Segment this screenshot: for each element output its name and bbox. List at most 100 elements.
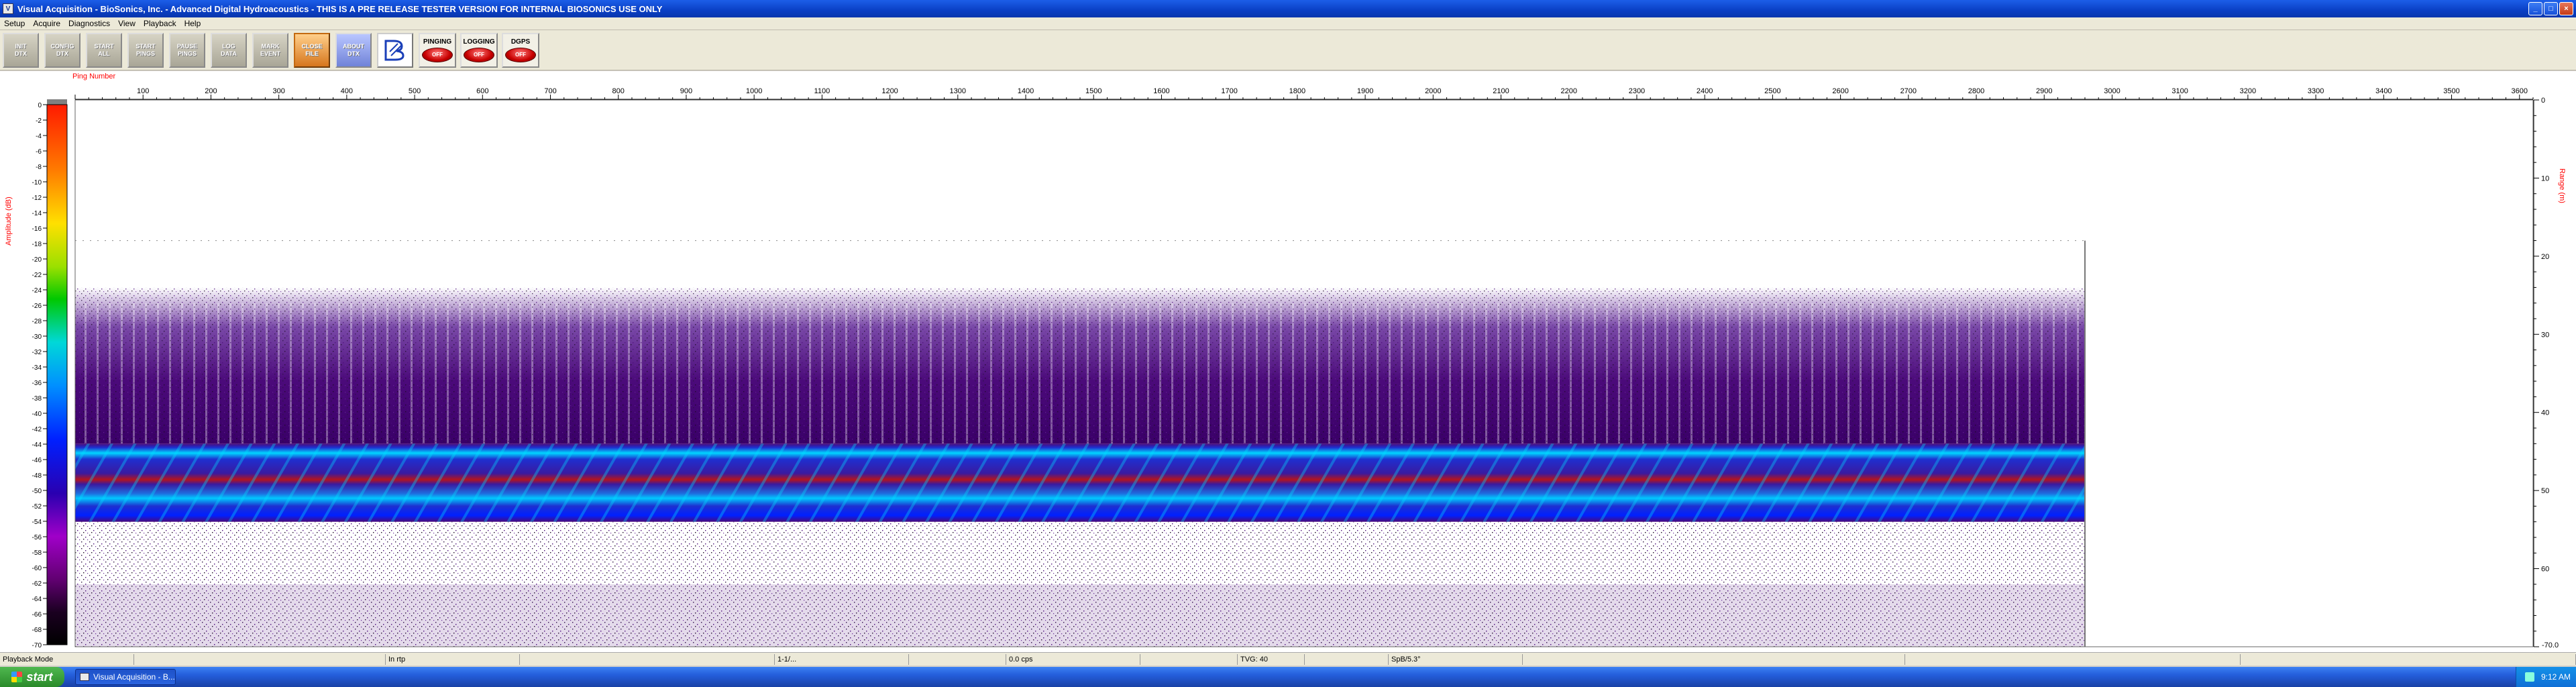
maximize-button[interactable]: □ [2544, 2, 2558, 15]
mark-event-button[interactable]: MARK EVENT [252, 32, 288, 68]
x-tick-label: 100 [137, 87, 149, 95]
network-icon[interactable] [2524, 672, 2534, 682]
log-data-button[interactable]: LOG DATA [211, 32, 247, 68]
logging-state: OFF [474, 52, 484, 58]
start-pings-button[interactable]: START PINGS [127, 32, 164, 68]
menu-setup[interactable]: Setup [0, 19, 29, 28]
status-file: 1-1/... [775, 653, 909, 665]
config-dtx-button[interactable]: CONFIG DTX [44, 32, 80, 68]
sub-bottom-tint [75, 584, 2085, 647]
x-tick-label: 1100 [814, 87, 830, 95]
colorbar-tick-label: -46 [32, 457, 42, 464]
y-tick-label: 20 [2541, 253, 2549, 261]
x-tick-label: 600 [476, 87, 488, 95]
x-tick-label: 1500 [1085, 87, 1102, 95]
colorbar-tick-label: -8 [36, 164, 42, 171]
start-button[interactable]: start [0, 667, 64, 687]
start-all-button[interactable]: START ALL [86, 32, 122, 68]
colorbar-gradient [46, 104, 68, 645]
colorbar-tick-label: -66 [32, 611, 42, 619]
echogram-data [74, 99, 2534, 647]
mark-event-label: MARK EVENT [260, 42, 280, 57]
menu-help[interactable]: Help [180, 19, 205, 28]
x-tick-label: 3300 [2308, 87, 2324, 95]
ping-number-axis: 100 200 300 400 500 600 700 800 900 1000 1100 1200 1… [74, 87, 2534, 100]
taskbar-item-visual-acquisition[interactable]: Visual Acquisition - B... [75, 669, 176, 685]
colorbar-tick-label: -54 [32, 519, 42, 526]
close-file-button[interactable]: CLOSE FILE [294, 32, 330, 68]
pause-pings-label: PAUSE PINGS [176, 42, 198, 57]
close-window-button[interactable]: × [2559, 2, 2573, 15]
x-tick-label: 2700 [1900, 87, 1917, 95]
pause-pings-button[interactable]: PAUSE PINGS [169, 32, 205, 68]
status-mode: Playback Mode [0, 653, 134, 665]
colorbar-tick-label: -42 [32, 426, 42, 433]
logging-lamp: OFF [464, 47, 494, 62]
menu-playback[interactable]: Playback [140, 19, 180, 28]
taskbar: start Visual Acquisition - B... 9:12 AM [0, 667, 2576, 687]
status-cell-14 [2241, 653, 2576, 665]
menu-view[interactable]: View [114, 19, 140, 28]
log-data-label: LOG DATA [221, 42, 237, 57]
x-tick-label: 2300 [1629, 87, 1645, 95]
config-dtx-label: CONFIG DTX [50, 42, 74, 57]
pinging-indicator: PINGING OFF [419, 32, 456, 68]
app-icon: V [3, 3, 13, 14]
status-rtp: In rtp [386, 653, 520, 665]
close-file-label: CLOSE FILE [301, 42, 323, 57]
minimize-button[interactable]: _ [2528, 2, 2542, 15]
x-tick-label: 1200 [881, 87, 898, 95]
x-tick-label: 1800 [1289, 87, 1305, 95]
colorbar-tick-label: -40 [32, 411, 42, 418]
colorbar-tick-label: -62 [32, 580, 42, 588]
colorbar-tick-label: -6 [36, 148, 42, 156]
x-tick-label: 500 [409, 87, 421, 95]
x-tick-label: 3400 [2375, 87, 2392, 95]
menu-diagnostics[interactable]: Diagnostics [64, 19, 114, 28]
colorbar-tick-label: -20 [32, 256, 42, 264]
x-tick-label: 200 [205, 87, 217, 95]
about-dtx-label: ABOUT DTX [343, 42, 364, 57]
status-cell-4 [520, 653, 775, 665]
colorbar-cap [47, 99, 67, 105]
colorbar-tick-label: -16 [32, 225, 42, 233]
y-tick-label: 30 [2541, 331, 2549, 339]
x-tick-label: 3600 [2512, 87, 2528, 95]
start-label: start [26, 670, 53, 684]
bottom-echo-slant-texture [75, 443, 2085, 522]
colorbar-tick-label: -56 [32, 534, 42, 541]
app-window-icon [80, 673, 89, 681]
logging-label: LOGGING [463, 38, 495, 46]
x-tick-label: 3100 [2171, 87, 2188, 95]
status-spb: SpB/5.3° [1389, 653, 1523, 665]
colorbar-tick-label: -58 [32, 549, 42, 557]
colorbar-tick-label: -28 [32, 318, 42, 325]
x-tick-label: 3500 [2443, 87, 2459, 95]
colorbar-tick-label: -22 [32, 272, 42, 279]
status-cell-6 [909, 653, 1006, 665]
colorbar-tick-label: -34 [32, 364, 42, 372]
status-cell-10 [1305, 653, 1389, 665]
windows-flag-icon [11, 672, 23, 682]
about-dtx-button[interactable]: ABOUT DTX [335, 32, 372, 68]
menu-acquire[interactable]: Acquire [29, 19, 64, 28]
range-end-label: -70.0 [2542, 641, 2559, 649]
x-tick-label: 1600 [1153, 87, 1169, 95]
y-tick-label: 50 [2541, 487, 2549, 495]
status-cell-8 [1140, 653, 1238, 665]
colorbar-tick-label: -4 [36, 133, 42, 140]
window-title: Visual Acquisition - BioSonics, Inc. - A… [17, 3, 663, 14]
status-cps: 0.0 cps [1006, 653, 1140, 665]
status-cell-2 [134, 653, 386, 665]
init-dtx-button[interactable]: INIT DTX [3, 32, 39, 68]
x-tick-label: 2900 [2036, 87, 2052, 95]
echogram-plot[interactable]: 0 -2 -4 -6 -8 -10 -12 -14 -16 -18 -20 -22 -24 -26 -28 -… [0, 71, 2576, 652]
colorbar-tick-label: -44 [32, 441, 42, 449]
noise-speckle [75, 287, 2085, 444]
colorbar-tick-label: -12 [32, 195, 42, 202]
system-tray: 9:12 AM [2516, 667, 2576, 687]
amplitude-colorbar-title: Amplitude (dB) [5, 197, 13, 246]
colorbar-tick-label: -18 [32, 241, 42, 248]
dgps-indicator: DGPS OFF [502, 32, 539, 68]
ping-number-title: Ping Number [72, 72, 116, 81]
